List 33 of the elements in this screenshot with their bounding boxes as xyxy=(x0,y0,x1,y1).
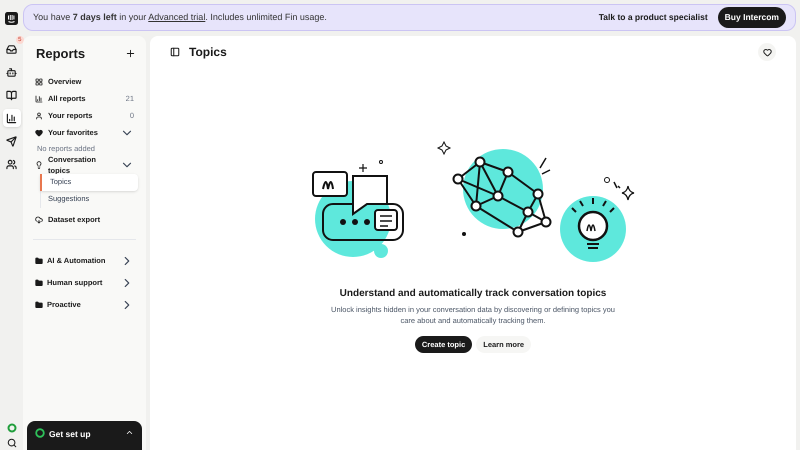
robot-icon xyxy=(6,66,17,78)
people-icon xyxy=(6,158,17,170)
favorite-button[interactable] xyxy=(758,43,776,61)
trial-message: You have 7 days left in your Advanced trial. Includes unlimited Fin usage. xyxy=(33,10,327,24)
specialist-link[interactable]: Talk to a product specialist xyxy=(598,11,708,24)
grid-icon xyxy=(35,78,43,86)
lightbulb-icon xyxy=(35,161,43,169)
send-icon xyxy=(6,136,17,146)
setup-title: Get set up xyxy=(49,428,92,441)
heart-icon xyxy=(762,48,772,56)
trial-link[interactable]: Advanced trial xyxy=(148,12,206,22)
user-icon xyxy=(35,112,43,120)
sidebar-title: Reports xyxy=(36,45,86,63)
progress-ring-icon[interactable] xyxy=(6,423,16,433)
heart-icon xyxy=(35,129,43,137)
bar-chart-icon xyxy=(6,112,17,124)
progress-ring-icon xyxy=(35,428,45,438)
folder-icon xyxy=(35,300,43,308)
cloud-icon xyxy=(35,216,43,224)
page-title: Topics xyxy=(189,44,228,61)
setup-card[interactable]: Get set up xyxy=(27,421,142,450)
book-icon xyxy=(6,90,17,100)
folder-icon xyxy=(35,278,43,286)
folder-icon xyxy=(35,256,43,264)
empty-state-heading: Understand and automatically track conversation topics xyxy=(340,287,606,301)
logo-icon[interactable] xyxy=(5,12,18,25)
search-icon[interactable] xyxy=(6,438,16,448)
plus-icon xyxy=(124,48,136,60)
inbox-icon xyxy=(6,44,17,54)
bar-chart-icon xyxy=(35,95,43,103)
buy-button[interactable]: Buy Intercom xyxy=(718,7,786,28)
rail-button[interactable] xyxy=(2,109,20,127)
panel-icon[interactable] xyxy=(170,47,180,57)
